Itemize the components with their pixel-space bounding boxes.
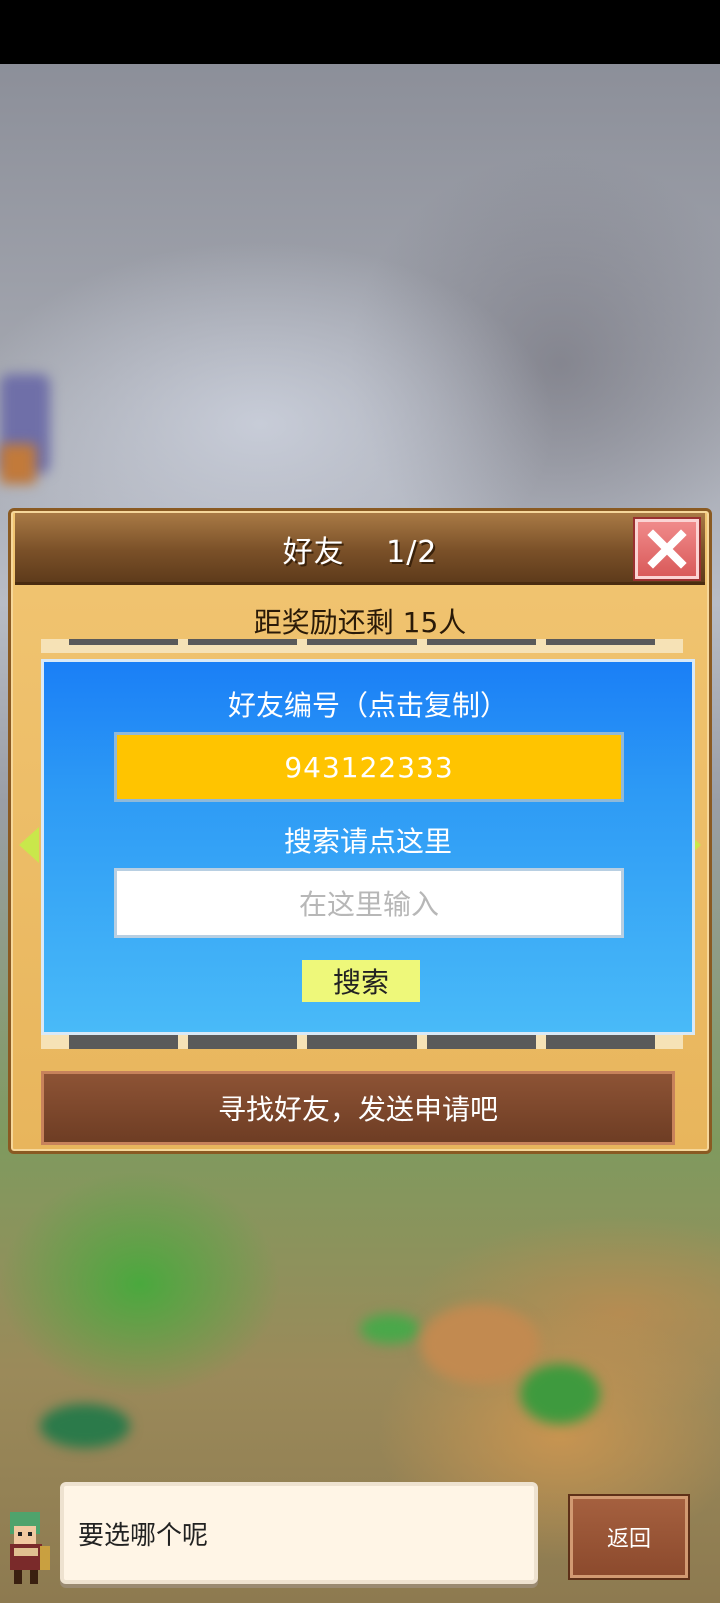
left-arrow-icon[interactable]: [19, 827, 39, 863]
friend-search-panel: 好友编号（点击复制） 943122333 搜索请点这里 在这里输入 搜索: [41, 659, 695, 1035]
search-label: 搜索请点这里: [283, 825, 452, 858]
close-button[interactable]: [633, 517, 701, 581]
reward-remaining-text: 距奖励还剩 15人: [253, 606, 467, 639]
dialog-header: 好友 1/2: [15, 513, 705, 585]
slot-strip-top: [41, 639, 683, 653]
slot-strip-bottom: [41, 1035, 683, 1049]
friend-id-copy-box[interactable]: 943122333: [114, 732, 624, 802]
avatar: [10, 1512, 50, 1584]
friend-id-label: 好友编号（点击复制）: [227, 689, 508, 722]
back-button[interactable]: 返回: [568, 1494, 690, 1580]
speech-bubble: 要选哪个呢: [60, 1482, 538, 1584]
search-input[interactable]: 在这里输入: [114, 868, 624, 938]
friends-dialog: 好友 1/2 距奖励还剩 15人 好友编号（点击复制） 943122333 搜索…: [8, 508, 712, 1154]
status-bar: [0, 0, 720, 64]
dialog-title: 好友 1/2: [282, 535, 438, 570]
search-button[interactable]: 搜索: [302, 960, 420, 1002]
find-friends-banner: 寻找好友，发送申请吧: [41, 1071, 675, 1145]
close-icon: [647, 529, 687, 569]
